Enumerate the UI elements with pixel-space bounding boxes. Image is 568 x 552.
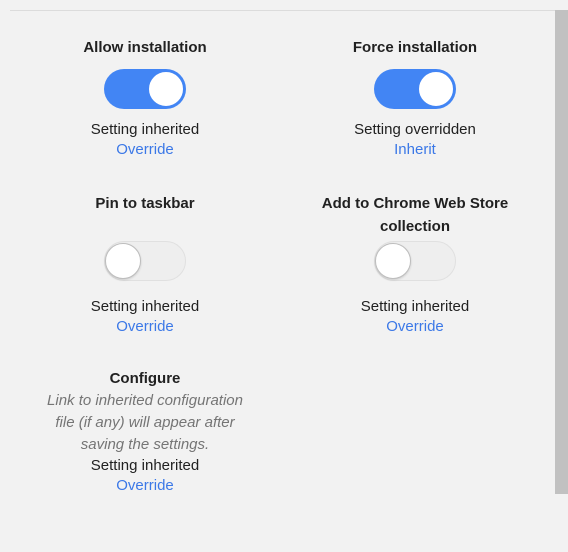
allow-installation-toggle[interactable] bbox=[104, 69, 186, 109]
setting-status: Setting inherited bbox=[90, 298, 200, 315]
add-to-cws-collection-toggle[interactable] bbox=[374, 241, 456, 281]
force-installation-toggle[interactable] bbox=[374, 69, 456, 109]
setting-status: Setting inherited bbox=[90, 457, 200, 474]
setting-allow-installation: Allow installation Setting inherited Ove… bbox=[10, 36, 280, 160]
setting-status: Setting inherited bbox=[360, 298, 470, 315]
setting-title-line1: Add to Chrome Web Store bbox=[321, 195, 509, 212]
configure-description-line: saving the settings. bbox=[80, 436, 210, 453]
setting-add-to-cws-collection: Add to Chrome Web Store collection Setti… bbox=[280, 192, 550, 337]
override-link[interactable]: Override bbox=[116, 476, 174, 496]
toggle-knob bbox=[375, 243, 411, 279]
configure-description-line: Link to inherited configuration bbox=[47, 392, 243, 409]
setting-title-line2: collection bbox=[379, 218, 450, 235]
vertical-scrollbar[interactable] bbox=[555, 10, 568, 494]
inherit-link[interactable]: Inherit bbox=[394, 140, 436, 160]
pin-to-taskbar-toggle[interactable] bbox=[104, 241, 186, 281]
setting-title: Allow installation bbox=[83, 39, 207, 56]
toggle-knob bbox=[105, 243, 141, 279]
override-link[interactable]: Override bbox=[386, 317, 444, 337]
setting-status: Setting inherited bbox=[90, 121, 200, 138]
toggle-knob bbox=[148, 71, 184, 107]
configure-description-line: file (if any) will appear after bbox=[55, 414, 235, 431]
setting-title: Pin to taskbar bbox=[95, 195, 195, 212]
override-link[interactable]: Override bbox=[116, 317, 174, 337]
override-link[interactable]: Override bbox=[116, 140, 174, 160]
setting-pin-to-taskbar: Pin to taskbar Setting inherited Overrid… bbox=[10, 192, 280, 337]
setting-title: Force installation bbox=[352, 39, 478, 56]
top-divider bbox=[10, 10, 556, 11]
setting-status: Setting overridden bbox=[354, 121, 476, 138]
setting-title: Configure bbox=[109, 370, 181, 387]
setting-configure: Configure Link to inherited configuratio… bbox=[10, 367, 280, 496]
toggle-knob bbox=[418, 71, 454, 107]
setting-force-installation: Force installation Setting overridden In… bbox=[280, 36, 550, 160]
